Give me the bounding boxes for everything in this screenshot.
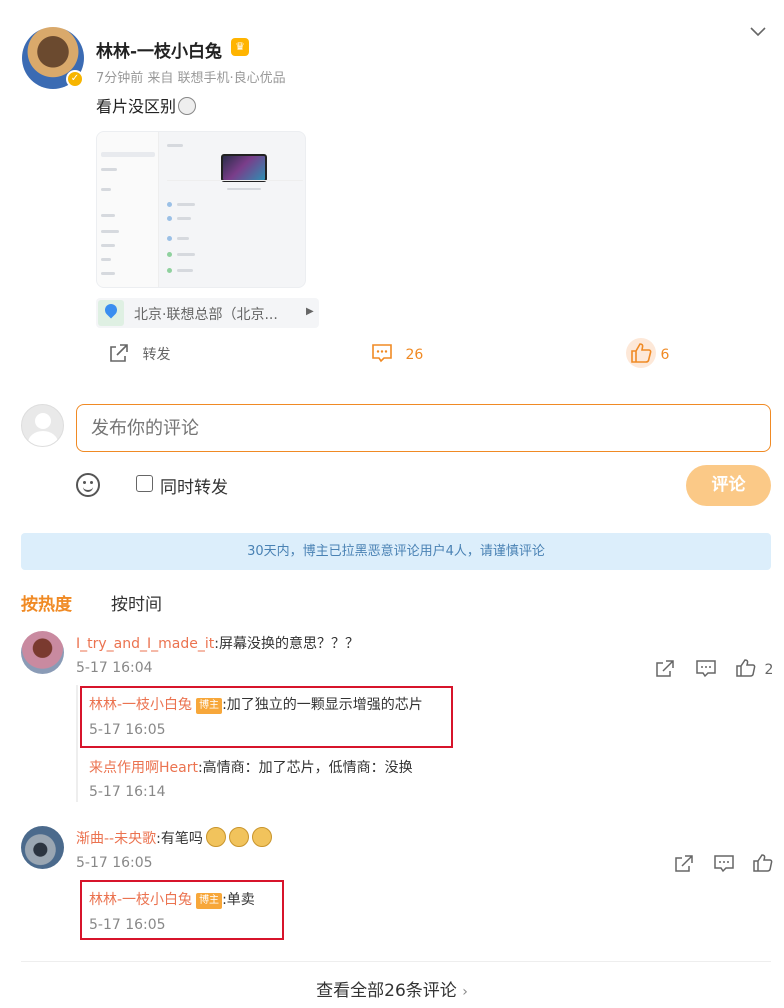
reply-time: 5-17 16:05 [89,722,166,738]
replier-name[interactable]: 林林-一枝小白兔 [89,892,192,908]
comment-icon[interactable] [696,660,716,682]
caret-right-icon: ▶ [306,306,314,317]
thumbs-up-icon [630,343,652,367]
thumbs-up-icon [736,659,756,681]
replier-name[interactable]: 林林-一枝小白兔 [89,697,192,713]
reply-time: 5-17 16:05 [89,917,166,933]
comment-count: 26 [405,347,424,363]
post-text: 看片没区别 [96,93,197,117]
repost-checkbox[interactable] [136,475,153,492]
chevron-right-icon: › [462,984,468,1000]
comment-icon[interactable] [714,855,734,877]
doge-emoji-icon [205,827,226,847]
comment-body: I_try_and_I_made_it:屏幕没换的意思？？？ [76,636,359,652]
like-count: 6 [660,347,670,363]
share-icon[interactable] [655,660,675,682]
verified-badge-icon: ✓ [66,70,84,88]
submit-comment-button[interactable]: 评论 [686,465,771,506]
reply-body: 来点作用啊Heart:高情商：加了芯片，低情商：没换 [89,760,413,776]
comment-like-count: 2 [764,662,774,678]
commenter-name[interactable]: I_try_and_I_made_it [76,636,214,652]
share-icon [108,343,130,367]
view-all-comments-link[interactable]: 查看全部26条评论 › [0,976,784,1001]
reply-thread-line [76,685,78,802]
post-image[interactable] [96,131,306,288]
dizzy-emoji-icon [178,97,197,115]
author-badge: 博主 [196,698,223,714]
comment-body: 渐曲--未央歌:有笔吗 [76,827,272,848]
my-avatar [21,404,64,447]
reply-time: 5-17 16:14 [89,784,166,800]
repost-label: 转发 [142,347,171,363]
author-name[interactable]: 林林-一枝小白兔 [96,37,222,62]
repost-checkbox-label[interactable]: 同时转发 [160,473,228,498]
divider [21,961,771,962]
post-meta: 7分钟前 来自 联想手机·良心优品 [96,71,286,86]
author-badge: 博主 [196,893,223,909]
reply-body: 林林-一枝小白兔 博主:加了独立的一颗显示增强的芯片 [89,697,423,714]
chevron-down-icon[interactable] [750,22,766,41]
vip-crown-icon[interactable]: ♛ [231,38,249,56]
comment-time: 5-17 16:05 [76,855,153,871]
commenter-avatar[interactable] [21,826,64,869]
commenter-name[interactable]: 渐曲--未央歌 [76,831,156,847]
emoji-picker-icon[interactable] [76,473,100,497]
replier-name[interactable]: 来点作用啊Heart [89,760,198,776]
comment-icon [371,343,393,367]
doge-emoji-icon [228,827,249,847]
doge-emoji-icon [251,827,272,847]
thumbs-up-icon[interactable] [753,854,773,876]
commenter-avatar[interactable] [21,631,64,674]
comment-time: 5-17 16:04 [76,660,153,676]
tab-sort-time[interactable]: 按时间 [111,590,162,615]
location-text[interactable]: 北京·联想总部（北京... [134,304,278,324]
comment-input[interactable] [76,404,771,452]
blacklist-notice: 30天内，博主已拉黑恶意评论用户4人，请谨慎评论 [21,533,771,570]
comment-button[interactable]: 26 [371,343,423,367]
comment-like-button[interactable]: 2 [736,659,773,681]
repost-button[interactable]: 转发 [108,343,170,367]
like-button[interactable]: 6 [630,343,669,367]
share-icon[interactable] [674,855,694,877]
reply-body: 林林-一枝小白兔 博主:单卖 [89,892,255,909]
tab-sort-hot[interactable]: 按热度 [21,590,72,615]
map-pin-icon [98,300,124,326]
